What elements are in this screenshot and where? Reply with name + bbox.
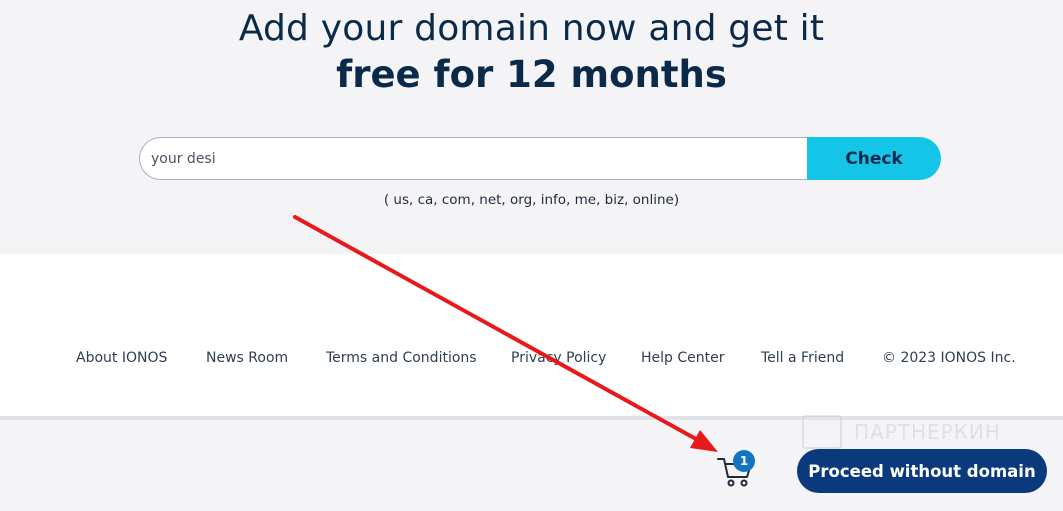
footer-link-privacy[interactable]: Privacy Policy	[511, 350, 606, 366]
tld-list-note: ( us, ca, com, net, org, info, me, biz, …	[383, 192, 680, 208]
footer-link-help-center[interactable]: Help Center	[641, 350, 725, 366]
proceed-without-domain-button[interactable]: Proceed without domain	[797, 449, 1047, 493]
domain-search-form: Check	[139, 137, 941, 180]
check-button[interactable]: Check	[807, 137, 941, 180]
hero-section: Add your domain now and get it free for …	[0, 0, 1063, 254]
watermark-icon	[802, 415, 842, 449]
headline-line-2: free for 12 months	[336, 53, 727, 96]
footer-link-terms[interactable]: Terms and Conditions	[326, 350, 477, 366]
footer-link-about[interactable]: About IONOS	[76, 350, 167, 366]
footer-links: About IONOS News Room Terms and Conditio…	[0, 350, 1063, 372]
watermark-text: ПАРТНЕРКИН	[854, 420, 1001, 444]
domain-search-input[interactable]	[139, 137, 841, 180]
footer-link-news-room[interactable]: News Room	[206, 350, 288, 366]
copyright-text: © 2023 IONOS Inc.	[882, 350, 1016, 366]
watermark-logo: ПАРТНЕРКИН	[802, 415, 1017, 451]
footer-link-tell-a-friend[interactable]: Tell a Friend	[761, 350, 844, 366]
headline-line-1: Add your domain now and get it	[238, 8, 825, 49]
cart-count-badge: 1	[733, 450, 755, 472]
